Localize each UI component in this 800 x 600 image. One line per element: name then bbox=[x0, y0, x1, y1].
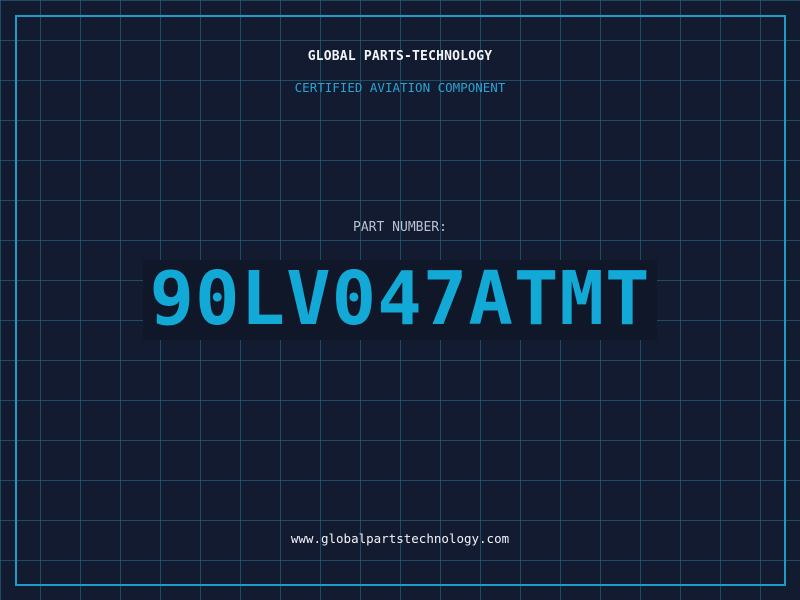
website-url: www.globalpartstechnology.com bbox=[290, 531, 510, 546]
certification-tagline: CERTIFIED AVIATION COMPONENT bbox=[294, 80, 506, 95]
part-number-value: 90LV047ATMT bbox=[143, 260, 657, 340]
part-number-label: PART NUMBER: bbox=[353, 220, 447, 235]
part-number-container: 90LV047ATMT bbox=[0, 260, 800, 340]
brand-title: GLOBAL PARTS-TECHNOLOGY bbox=[307, 49, 493, 64]
